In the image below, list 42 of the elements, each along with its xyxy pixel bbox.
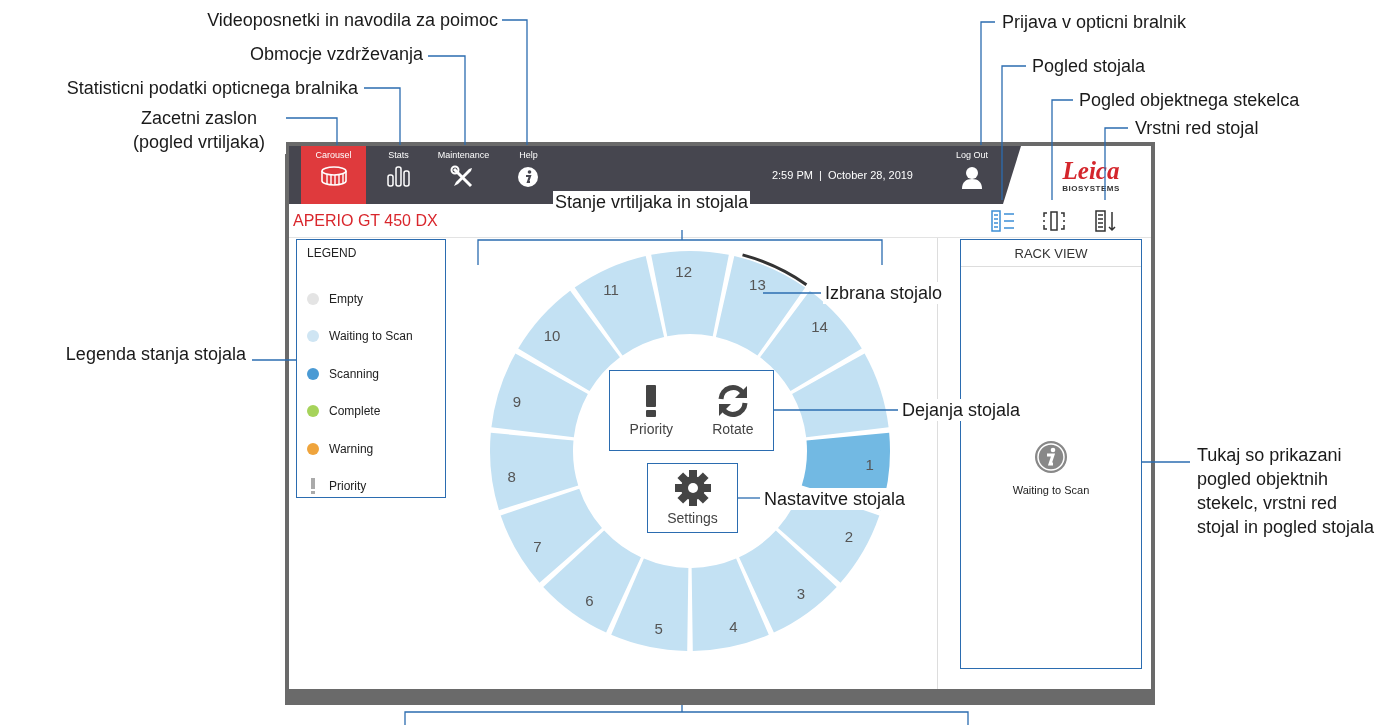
rack-segment[interactable]: 7 xyxy=(500,488,602,583)
drum-icon xyxy=(319,165,348,189)
rack-segment[interactable]: 13 xyxy=(715,253,808,356)
legend-label: Complete xyxy=(329,404,381,419)
callout-label: Stanje vrtiljaka in stojala xyxy=(553,191,751,213)
slide-icon[interactable] xyxy=(1041,208,1067,233)
legend-label: Priority xyxy=(329,479,367,494)
leader-line xyxy=(363,87,401,146)
legend-label: Waiting to Scan xyxy=(329,329,413,344)
exclamation-icon xyxy=(644,384,659,417)
legend-label: Empty xyxy=(329,291,363,306)
nav-tab[interactable]: Carousel xyxy=(301,146,366,204)
log-out-button[interactable]: Log Out xyxy=(947,146,997,204)
app-title: APERIO GT 450 DX xyxy=(292,211,438,230)
rack-segment[interactable] xyxy=(792,353,889,438)
rack-segment[interactable]: 9 xyxy=(491,353,588,438)
rack-segment[interactable]: 6 xyxy=(543,530,641,633)
legend-title: LEGEND xyxy=(307,246,357,262)
status-message: Waiting to Scan xyxy=(1012,483,1090,496)
rotate-button[interactable]: Rotate xyxy=(708,382,758,439)
callout-label: Izbrana stojalo xyxy=(823,282,945,304)
rack-segment[interactable]: 12 xyxy=(651,251,729,337)
panel-title: RACK VIEW xyxy=(1014,245,1088,261)
legend-label: Scanning xyxy=(329,366,380,381)
rack-segment[interactable]: 8 xyxy=(490,432,579,511)
priority-button[interactable]: Priority xyxy=(625,382,678,439)
settings-icon xyxy=(674,470,711,506)
rack-segment[interactable]: 11 xyxy=(574,255,665,356)
nav-tab[interactable]: Maintenance xyxy=(431,146,496,204)
info-icon xyxy=(1034,439,1068,474)
user-icon xyxy=(960,165,984,189)
leader-line xyxy=(762,292,822,294)
nav-tab[interactable]: Stats xyxy=(366,146,431,204)
callout-label: Dejanja stojala xyxy=(900,399,1023,421)
rack-segment[interactable]: 4 xyxy=(691,558,769,651)
bar-chart-icon xyxy=(384,165,413,189)
rack-segment[interactable]: 5 xyxy=(611,558,689,651)
legend-label: Warning xyxy=(329,441,374,456)
callout-label: Nastavitve stojala xyxy=(762,488,908,510)
date-time: 2:59 PM | October 28, 2019 xyxy=(771,169,913,181)
rack-sort-icon[interactable] xyxy=(1092,208,1118,233)
rack-segment[interactable]: 3 xyxy=(739,530,837,633)
